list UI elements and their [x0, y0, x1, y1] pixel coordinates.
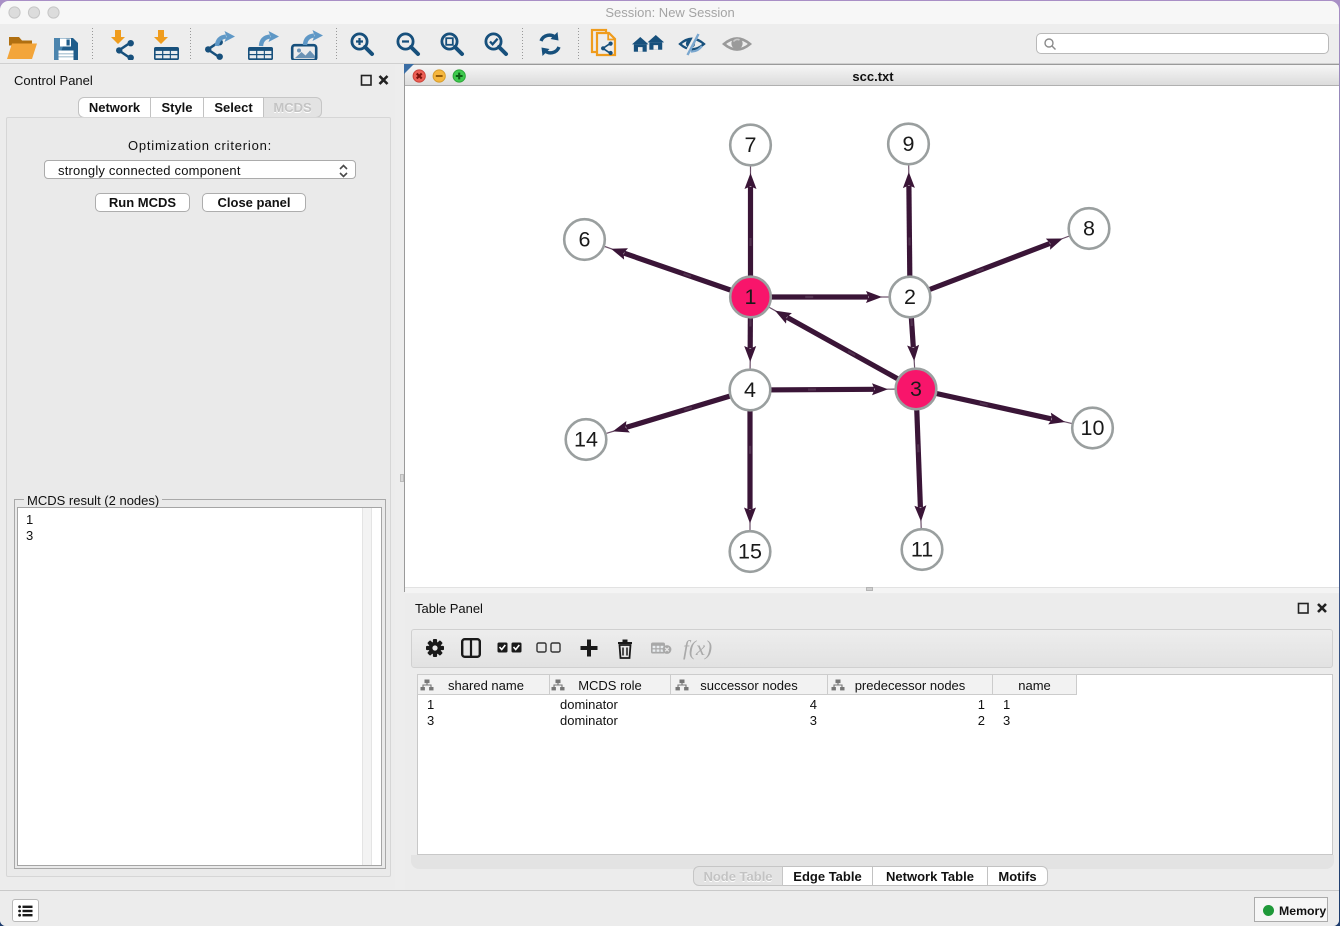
- svg-text:7: 7: [745, 133, 757, 157]
- svg-text:3: 3: [910, 377, 922, 401]
- svg-text:6: 6: [579, 228, 591, 252]
- svg-text:4: 4: [744, 378, 756, 402]
- svg-text:1: 1: [745, 285, 757, 309]
- svg-text:8: 8: [1083, 217, 1095, 241]
- svg-text:10: 10: [1081, 416, 1105, 440]
- svg-text:2: 2: [904, 285, 916, 309]
- svg-text:11: 11: [911, 538, 933, 562]
- svg-text:15: 15: [738, 540, 762, 564]
- svg-text:9: 9: [903, 132, 915, 156]
- svg-text:14: 14: [574, 428, 598, 452]
